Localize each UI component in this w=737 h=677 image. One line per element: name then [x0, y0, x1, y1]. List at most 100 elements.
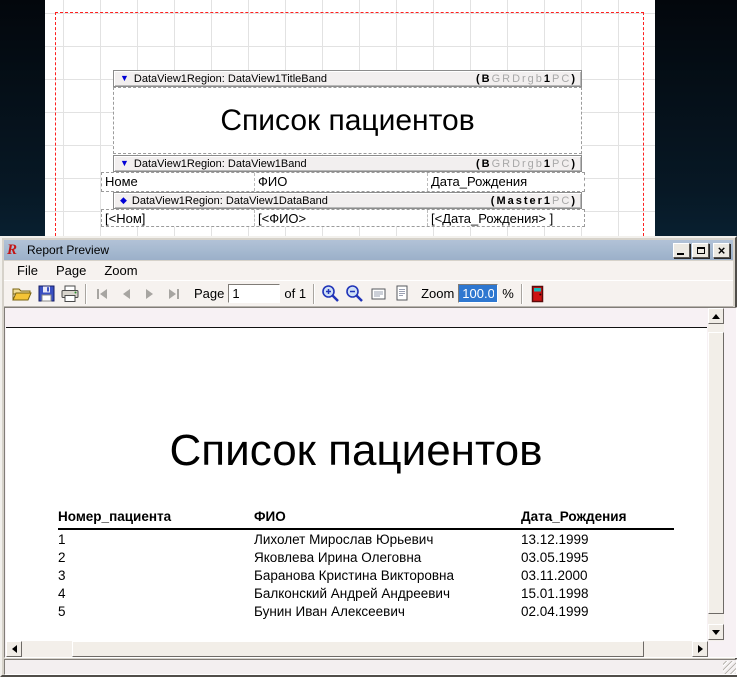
open-button[interactable]: [10, 283, 34, 305]
cell-birthdate: 13.12.1999: [521, 532, 589, 547]
arrow-right-icon: [697, 645, 703, 653]
previous-page-button[interactable]: [114, 283, 138, 305]
band-flags: (BGRDrgb1PC): [475, 72, 577, 85]
last-page-button[interactable]: [162, 283, 186, 305]
report-page: Список пациентов Номер_пациента ФИО Дата…: [6, 327, 707, 642]
page-margin-left: [55, 12, 56, 236]
preview-client-area: Список пациентов Номер_пациента ФИО Дата…: [4, 307, 737, 658]
cell-separator: [254, 210, 255, 226]
band-caption: DataView1Region: DataView1TitleBand: [133, 72, 327, 85]
scroll-left-button[interactable]: [6, 641, 22, 657]
save-floppy-icon: [38, 285, 54, 302]
whole-page-icon: [396, 285, 408, 301]
horizontal-scrollbar[interactable]: [6, 641, 708, 657]
maximize-icon: [696, 246, 705, 254]
minimize-icon: [677, 252, 684, 255]
band-header-titleband[interactable]: ▼ DataView1Region: DataView1TitleBand (B…: [113, 70, 582, 87]
page-label: Page: [194, 286, 225, 301]
scroll-up-button[interactable]: [708, 308, 724, 324]
band-header-headerband[interactable]: ▼ DataView1Region: DataView1Band (BGRDrg…: [113, 155, 582, 172]
menu-file[interactable]: File: [8, 262, 47, 279]
app-icon: R: [7, 241, 18, 258]
horizontal-scroll-thumb[interactable]: [72, 641, 644, 657]
band-caption: DataView1Region: DataView1Band: [133, 157, 307, 170]
window-title: Report Preview: [27, 243, 110, 257]
designer-report-title[interactable]: Список пациентов: [113, 87, 582, 154]
arrow-down-icon: [712, 629, 720, 635]
scroll-right-button[interactable]: [692, 641, 708, 657]
vertical-scroll-thumb[interactable]: [708, 332, 724, 614]
next-page-button[interactable]: [138, 283, 162, 305]
cell-number: 5: [58, 604, 66, 619]
table-row: 4 Балконский Андрей Андреевич 15.01.1998: [58, 586, 674, 604]
cell-number: 2: [58, 550, 66, 565]
designer-header-cell-birthdate[interactable]: Дата_Рождения: [431, 174, 527, 189]
zoom-in-button[interactable]: [318, 283, 342, 305]
toolbar-separator: [313, 283, 316, 304]
cell-separator: [427, 173, 428, 191]
cell-birthdate: 03.11.2000: [521, 568, 588, 583]
menu-zoom[interactable]: Zoom: [95, 262, 146, 279]
close-icon: ×: [717, 242, 726, 258]
toolbar: Page of 1: [4, 280, 733, 307]
toolbar-separator: [85, 283, 87, 304]
cell-birthdate: 03.05.1995: [521, 550, 589, 565]
band-triangle-icon: ▼: [120, 73, 129, 83]
cell-fio: Лихолет Мирослав Юрьевич: [254, 532, 434, 547]
close-button[interactable]: ×: [713, 242, 730, 258]
previous-page-icon: [123, 288, 130, 299]
maximize-button[interactable]: [692, 242, 709, 258]
table-row: 1 Лихолет Мирослав Юрьевич 13.12.1999: [58, 532, 674, 550]
designer-header-cell-number[interactable]: Номе: [105, 174, 138, 189]
menu-page[interactable]: Page: [47, 262, 95, 279]
cell-separator: [254, 173, 255, 191]
menu-bar: File Page Zoom: [4, 261, 733, 280]
band-header-databand[interactable]: ◆ DataView1Region: DataView1DataBand (Ma…: [113, 192, 582, 209]
resize-grip[interactable]: [723, 661, 736, 674]
whole-page-button[interactable]: [390, 283, 414, 305]
cell-birthdate: 15.01.1998: [521, 586, 589, 601]
cell-fio: Бунин Иван Алексеевич: [254, 604, 405, 619]
arrow-up-icon: [712, 313, 720, 319]
band-flags: (BGRDrgb1PC): [475, 157, 577, 170]
first-page-icon: [97, 288, 107, 299]
table-row: 3 Баранова Кристина Викторовна 03.11.200…: [58, 568, 674, 586]
table-row: 5 Бунин Иван Алексеевич 02.04.1999: [58, 604, 674, 622]
column-header-birthdate: Дата_Рождения: [521, 509, 627, 524]
page-number-input[interactable]: [228, 284, 281, 303]
band-caption: DataView1Region: DataView1DataBand: [131, 194, 328, 207]
status-bar: [4, 659, 737, 675]
designer-header-row[interactable]: Номе ФИО Дата_Рождения: [101, 172, 585, 192]
designer-header-cell-fio[interactable]: ФИО: [258, 174, 287, 189]
first-page-button[interactable]: [90, 283, 114, 305]
arrow-left-icon: [11, 645, 17, 653]
zoom-out-button[interactable]: [342, 283, 366, 305]
scroll-down-button[interactable]: [708, 624, 724, 640]
last-page-icon: [169, 288, 179, 299]
cell-number: 3: [58, 568, 66, 583]
cell-number: 4: [58, 586, 66, 601]
save-button[interactable]: [34, 283, 58, 305]
designer-data-row[interactable]: [<Ном] [<ФИО> [<Дата_Рождения> ]: [101, 209, 585, 227]
page-width-button[interactable]: [366, 283, 390, 305]
designer-data-cell-birthdate[interactable]: [<Дата_Рождения> ]: [431, 211, 553, 226]
zoom-out-icon: [345, 285, 363, 302]
print-button[interactable]: [58, 283, 82, 305]
band-triangle-icon: ▼: [120, 158, 129, 168]
designer-data-cell-fio[interactable]: [<ФИО>: [258, 211, 306, 226]
desktop-background: ▼ DataView1Region: DataView1TitleBand (B…: [0, 0, 737, 677]
report-preview-window: R Report Preview × File Page Zoom Page 1…: [0, 236, 737, 677]
cell-birthdate: 02.04.1999: [521, 604, 589, 619]
window-titlebar[interactable]: R Report Preview ×: [4, 240, 733, 260]
band-diamond-icon: ◆: [120, 195, 127, 205]
column-header-fio: ФИО: [254, 509, 286, 524]
percent-label: %: [502, 286, 514, 301]
exit-button[interactable]: [526, 283, 550, 305]
designer-surface: ▼ DataView1Region: DataView1TitleBand (B…: [45, 0, 655, 236]
toolbar-separator: [520, 283, 523, 304]
table-row: 2 Яковлева Ирина Олеговна 03.05.1995: [58, 550, 674, 568]
minimize-button[interactable]: [673, 242, 690, 258]
zoom-value-input[interactable]: [458, 284, 499, 303]
designer-data-cell-number[interactable]: [<Ном]: [105, 211, 145, 226]
vertical-scrollbar[interactable]: [708, 308, 724, 641]
